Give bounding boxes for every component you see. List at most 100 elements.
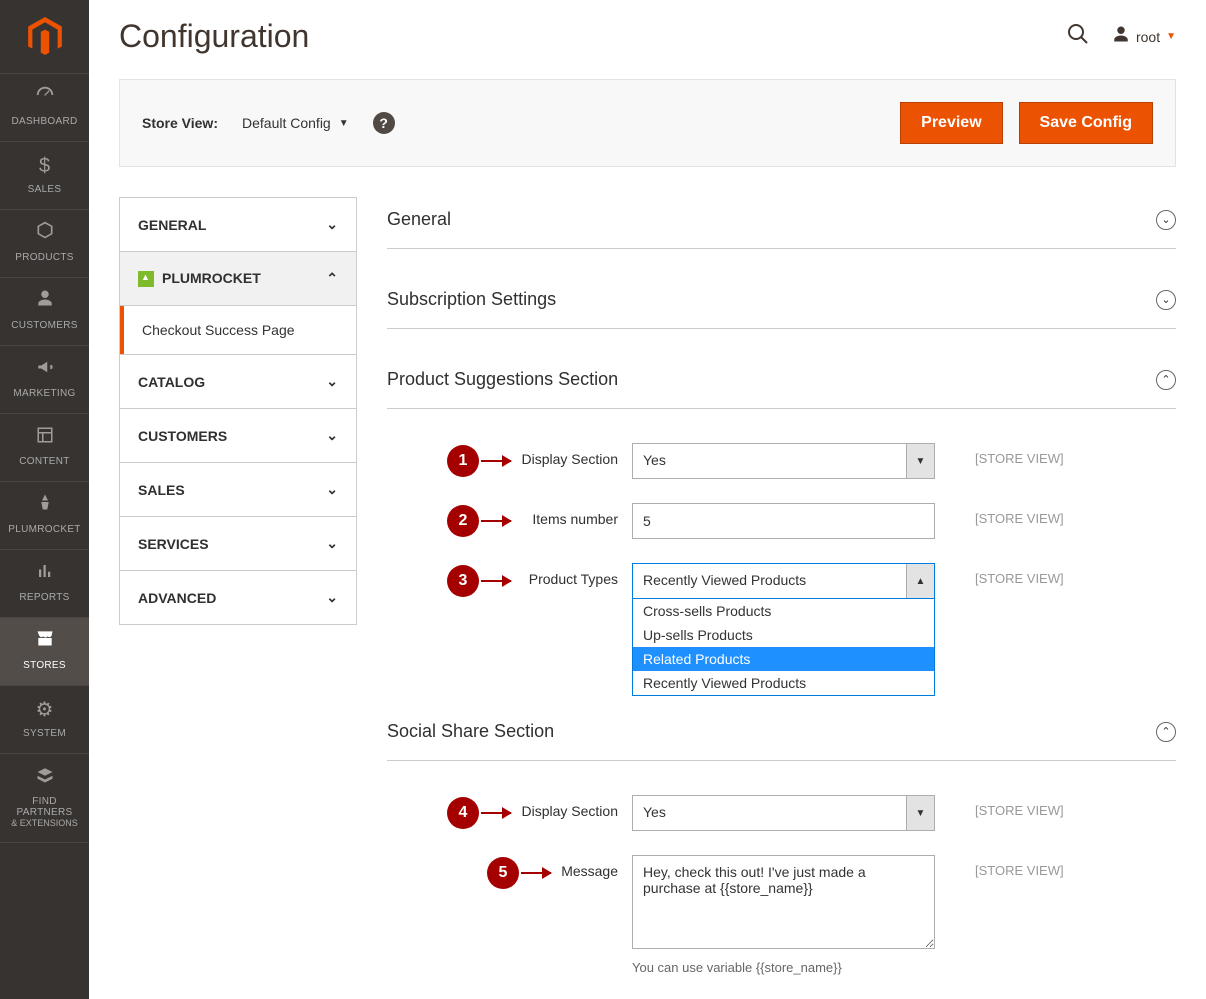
config-item-checkout-success[interactable]: Checkout Success Page bbox=[120, 306, 356, 354]
callout-3: 3 bbox=[447, 565, 479, 597]
store-view-value: Default Config bbox=[242, 115, 331, 131]
section-title: Product Suggestions Section bbox=[387, 369, 618, 390]
plumrocket-icon bbox=[4, 492, 85, 520]
message-textarea[interactable] bbox=[632, 855, 935, 949]
config-group-plumrocket[interactable]: PLUMROCKET⌃ bbox=[120, 252, 356, 306]
field-message: 5 Message You can use variable {{store_n… bbox=[387, 855, 1176, 975]
callout-5: 5 bbox=[487, 857, 519, 889]
person-icon bbox=[4, 288, 85, 316]
chevron-up-icon: ⌃ bbox=[326, 270, 338, 287]
nav-sublabel: & EXTENSIONS bbox=[4, 818, 85, 828]
field-social-display-section: 4 Display Section Yes ▼ [STORE VIEW] bbox=[387, 795, 1176, 831]
select-value: Recently Viewed Products bbox=[633, 564, 906, 598]
nav-label: CUSTOMERS bbox=[4, 320, 85, 331]
caret-down-icon: ▼ bbox=[339, 118, 349, 129]
plumrocket-logo-icon bbox=[138, 271, 154, 287]
help-icon[interactable]: ? bbox=[373, 112, 395, 134]
sidebar-item-sales[interactable]: $SALES bbox=[0, 142, 89, 210]
caret-down-icon: ▼ bbox=[1166, 31, 1176, 42]
chevron-down-icon: ⌄ bbox=[326, 427, 338, 444]
magento-logo[interactable] bbox=[0, 0, 89, 74]
sidebar-item-customers[interactable]: CUSTOMERS bbox=[0, 278, 89, 346]
store-view-bar: Store View: Default Config ▼ ? Preview S… bbox=[119, 79, 1176, 167]
items-number-input[interactable] bbox=[632, 503, 935, 539]
chevron-down-icon: ⌄ bbox=[326, 535, 338, 552]
save-config-button[interactable]: Save Config bbox=[1019, 102, 1153, 144]
expand-icon: ⌃ bbox=[1156, 370, 1176, 390]
chevron-down-icon: ⌄ bbox=[326, 216, 338, 233]
nav-label: DASHBOARD bbox=[4, 116, 85, 127]
sidebar-item-system[interactable]: ⚙SYSTEM bbox=[0, 686, 89, 754]
caret-down-icon: ▼ bbox=[906, 796, 934, 830]
top-actions: root ▼ bbox=[1066, 22, 1176, 52]
option-recently-viewed[interactable]: Recently Viewed Products bbox=[633, 671, 934, 695]
select-value: Yes bbox=[633, 796, 906, 830]
config-nav: GENERAL⌄ PLUMROCKET⌃ Checkout Success Pa… bbox=[119, 197, 357, 625]
sidebar-item-marketing[interactable]: MARKETING bbox=[0, 346, 89, 414]
callout-arrow bbox=[521, 872, 551, 874]
field-display-section: 1 Display Section Yes ▼ [STORE VIEW] bbox=[387, 443, 1176, 479]
config-group-catalog[interactable]: CATALOG⌄ bbox=[120, 355, 356, 409]
sidebar-item-dashboard[interactable]: DASHBOARD bbox=[0, 74, 89, 142]
page-title: Configuration bbox=[119, 18, 309, 55]
option-cross-sells[interactable]: Cross-sells Products bbox=[633, 599, 934, 623]
chevron-down-icon: ⌄ bbox=[326, 589, 338, 606]
topbar: Configuration root ▼ bbox=[89, 0, 1206, 63]
field-scope: [STORE VIEW] bbox=[935, 795, 1064, 818]
chevron-down-icon: ⌄ bbox=[326, 373, 338, 390]
callout-2: 2 bbox=[447, 505, 479, 537]
nav-label: STORES bbox=[4, 660, 85, 671]
section-head-product-suggestions[interactable]: Product Suggestions Section ⌃ bbox=[387, 357, 1176, 409]
message-hint: You can use variable {{store_name}} bbox=[632, 960, 935, 975]
nav-label: REPORTS bbox=[4, 592, 85, 603]
product-types-dropdown: Cross-sells Products Up-sells Products R… bbox=[632, 599, 935, 696]
sidebar-item-reports[interactable]: REPORTS bbox=[0, 550, 89, 618]
user-menu[interactable]: root ▼ bbox=[1112, 25, 1176, 48]
expand-icon: ⌃ bbox=[1156, 722, 1176, 742]
callout-arrow bbox=[481, 812, 511, 814]
gear-icon: ⚙ bbox=[4, 696, 85, 724]
box-icon bbox=[4, 220, 85, 248]
collapse-icon: ⌄ bbox=[1156, 290, 1176, 310]
field-items-number: 2 Items number [STORE VIEW] bbox=[387, 503, 1176, 539]
display-section-select[interactable]: Yes ▼ bbox=[632, 443, 935, 479]
section-title: General bbox=[387, 209, 451, 230]
sidebar-item-stores[interactable]: STORES bbox=[0, 618, 89, 686]
preview-button[interactable]: Preview bbox=[900, 102, 1002, 144]
sidebar-item-content[interactable]: CONTENT bbox=[0, 414, 89, 482]
section-head-general[interactable]: General ⌄ bbox=[387, 197, 1176, 249]
nav-label: FIND PARTNERS bbox=[4, 796, 85, 818]
collapse-icon: ⌄ bbox=[1156, 210, 1176, 230]
option-related[interactable]: Related Products bbox=[633, 647, 934, 671]
sidebar-item-products[interactable]: PRODUCTS bbox=[0, 210, 89, 278]
magento-logo-icon bbox=[28, 17, 62, 57]
config-group-customers[interactable]: CUSTOMERS⌄ bbox=[120, 409, 356, 463]
config-body: General ⌄ Subscription Settings ⌄ Produc… bbox=[387, 197, 1176, 999]
section-head-social-share[interactable]: Social Share Section ⌃ bbox=[387, 709, 1176, 761]
config-group-advanced[interactable]: ADVANCED⌄ bbox=[120, 571, 356, 624]
megaphone-icon bbox=[4, 356, 85, 384]
social-display-select[interactable]: Yes ▼ bbox=[632, 795, 935, 831]
sidebar-item-plumrocket[interactable]: PLUMROCKET bbox=[0, 482, 89, 550]
select-value: Yes bbox=[633, 444, 906, 478]
option-up-sells[interactable]: Up-sells Products bbox=[633, 623, 934, 647]
product-types-select[interactable]: Recently Viewed Products ▲ bbox=[632, 563, 935, 599]
user-name: root bbox=[1136, 29, 1160, 45]
store-icon bbox=[4, 628, 85, 656]
caret-down-icon: ▼ bbox=[906, 444, 934, 478]
admin-sidebar: DASHBOARD $SALES PRODUCTS CUSTOMERS MARK… bbox=[0, 0, 89, 999]
config-group-sales[interactable]: SALES⌄ bbox=[120, 463, 356, 517]
search-icon[interactable] bbox=[1066, 22, 1090, 52]
nav-label: MARKETING bbox=[4, 388, 85, 399]
config-subgroup: Checkout Success Page bbox=[120, 306, 356, 355]
sidebar-item-partners[interactable]: FIND PARTNERS& EXTENSIONS bbox=[0, 754, 89, 843]
section-title: Subscription Settings bbox=[387, 289, 556, 310]
field-product-types: 3 Product Types Recently Viewed Products… bbox=[387, 563, 1176, 599]
section-title: Social Share Section bbox=[387, 721, 554, 742]
callout-4: 4 bbox=[447, 797, 479, 829]
chart-icon bbox=[4, 560, 85, 588]
config-group-general[interactable]: GENERAL⌄ bbox=[120, 198, 356, 252]
store-view-select[interactable]: Default Config ▼ bbox=[242, 115, 349, 131]
section-head-subscription[interactable]: Subscription Settings ⌄ bbox=[387, 277, 1176, 329]
config-group-services[interactable]: SERVICES⌄ bbox=[120, 517, 356, 571]
